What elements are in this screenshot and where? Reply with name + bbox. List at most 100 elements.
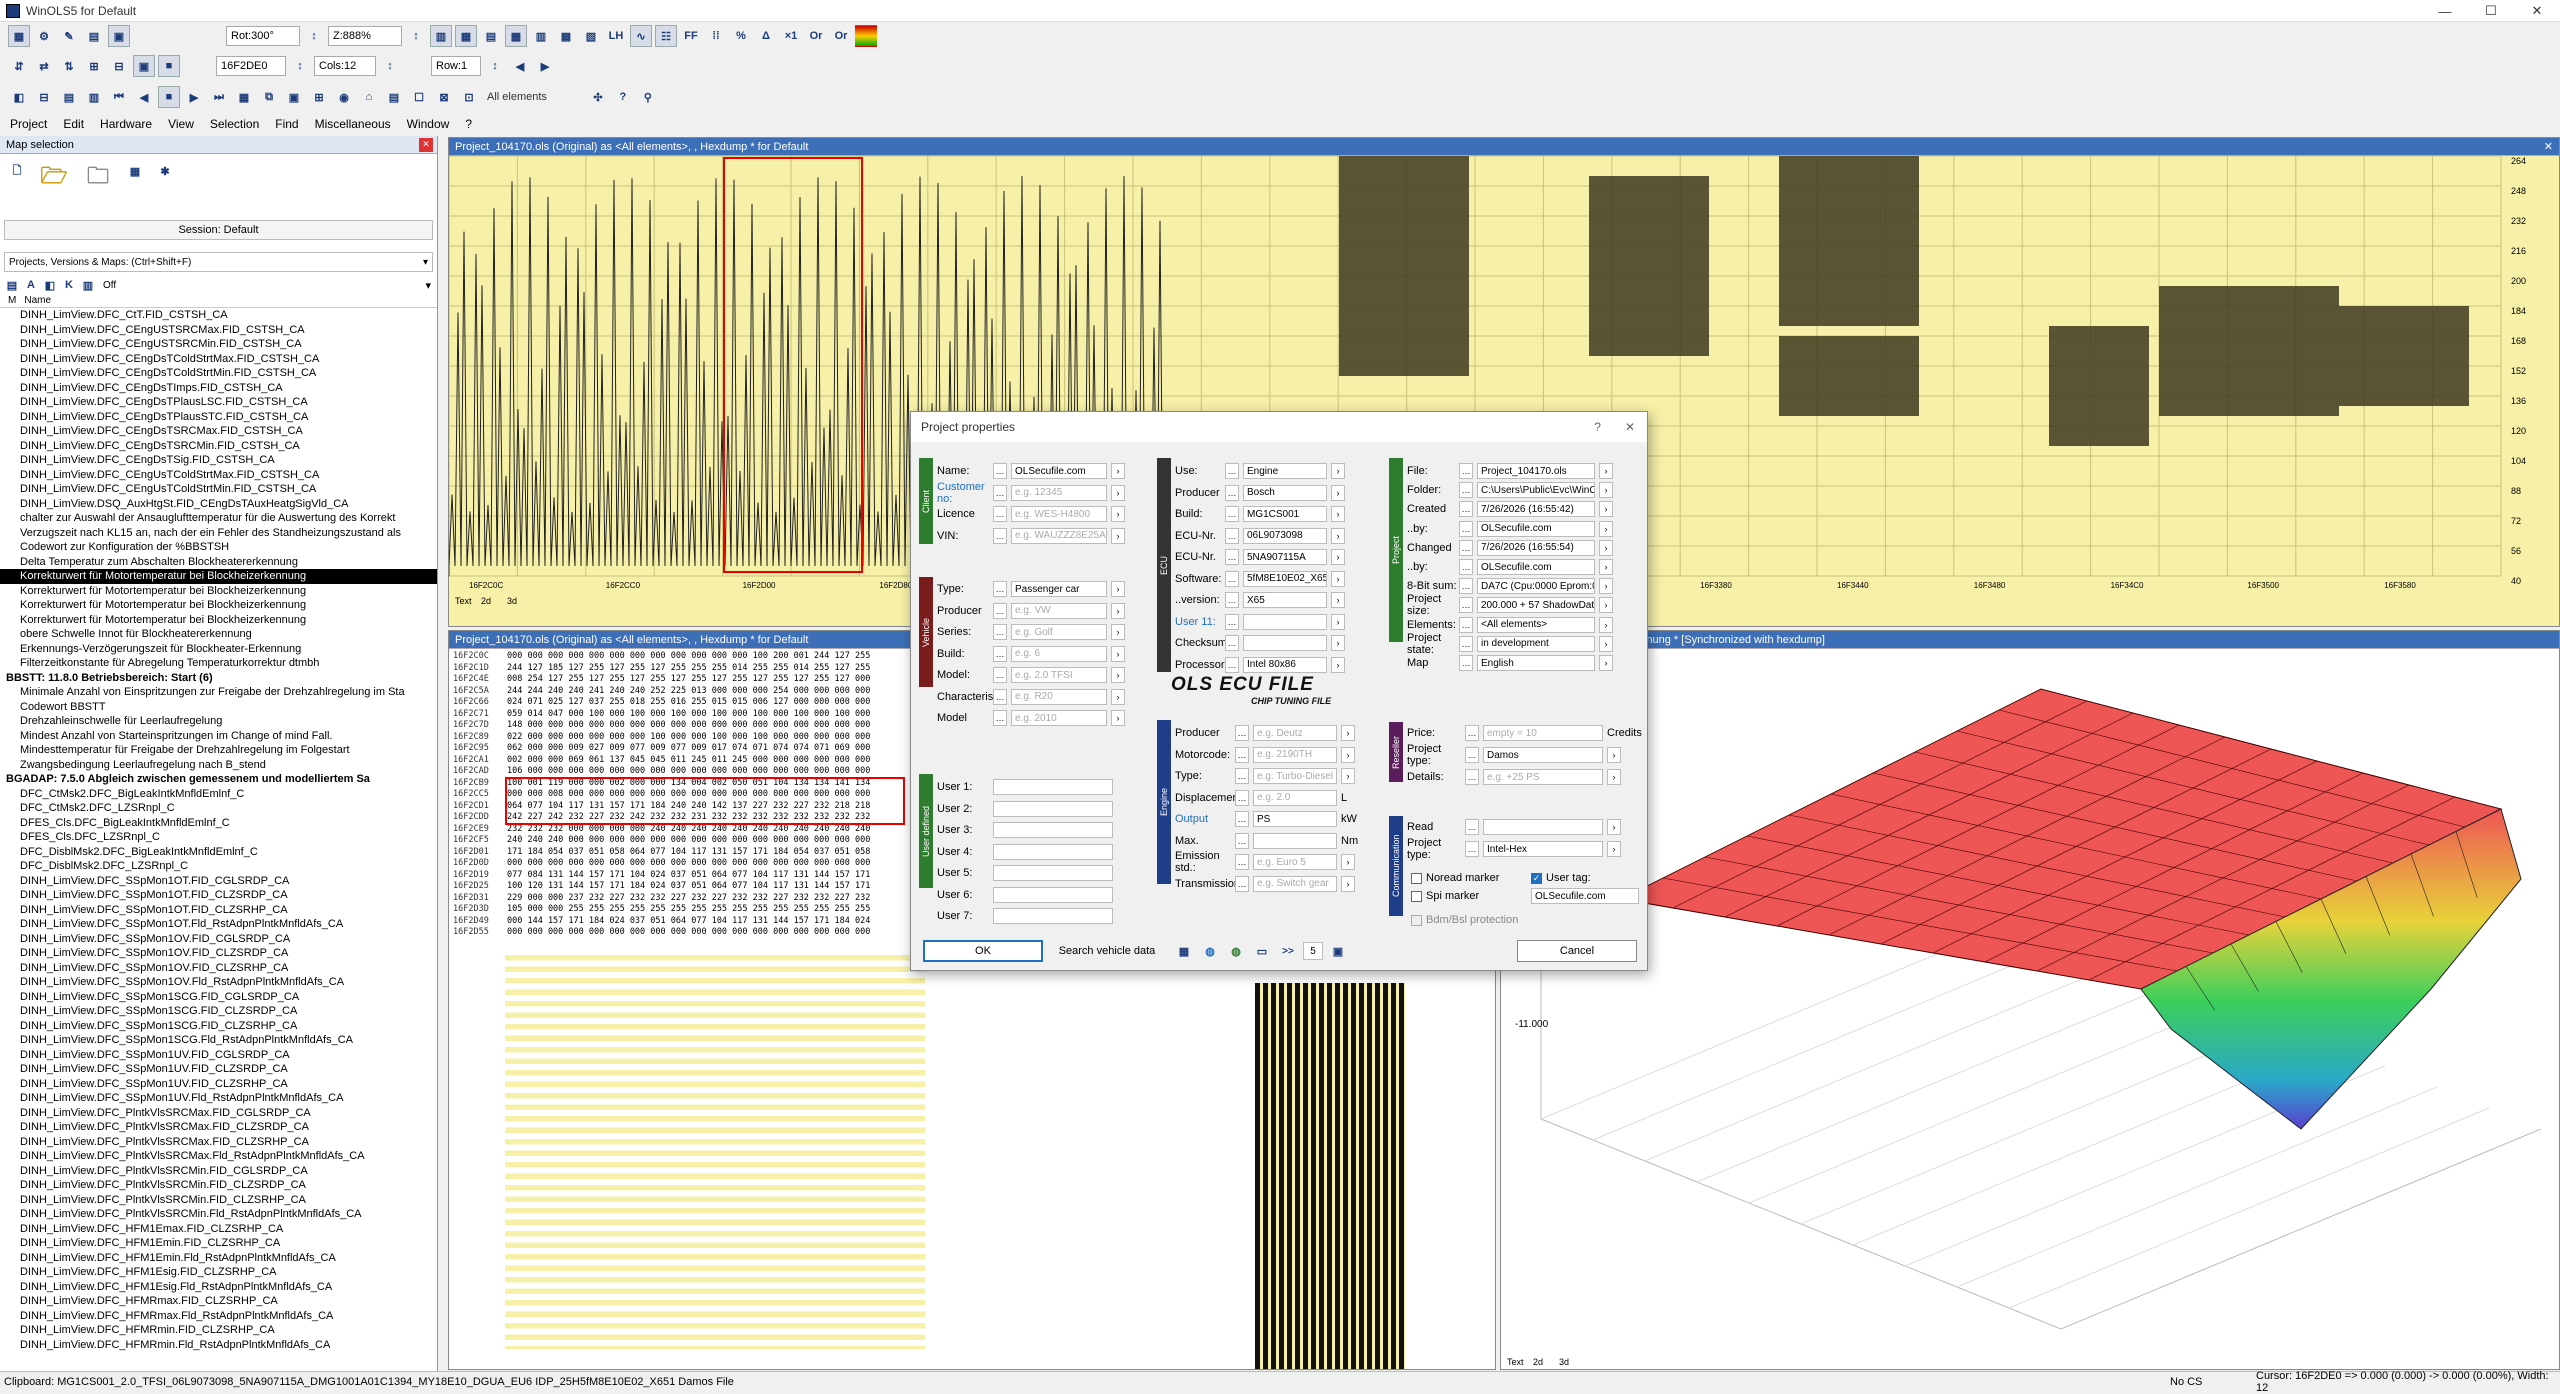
- vehicle-input[interactable]: e.g. Golf: [1011, 624, 1107, 640]
- chevron-right-icon[interactable]: ›: [1111, 581, 1125, 597]
- dots-button[interactable]: …: [993, 527, 1007, 544]
- vehicle-input[interactable]: e.g. VW: [1011, 602, 1107, 619]
- map-list-item[interactable]: Drehzahleinschwelle für Leerlaufregelung: [0, 714, 437, 729]
- tool-icon[interactable]: FF: [680, 25, 702, 47]
- vehicle-input[interactable]: e.g. R20: [1011, 688, 1107, 705]
- map-list-item[interactable]: DINH_LimView.DFC_HFMRmin.FID_CLZSRHP_CA: [0, 1323, 437, 1338]
- chevron-right-icon[interactable]: ›: [1599, 539, 1613, 556]
- map-list-item[interactable]: Zwangsbedingung Leerlaufregelung nach B_…: [0, 758, 437, 773]
- user-input[interactable]: [993, 886, 1113, 903]
- project-input[interactable]: 200.000 + 57 ShadowData (1: [1477, 597, 1595, 614]
- engine-input[interactable]: e.g. 2190TH: [1253, 746, 1337, 763]
- tool-icon[interactable]: ▦: [124, 160, 146, 182]
- last-icon[interactable]: ⏭: [208, 86, 230, 108]
- percent-icon[interactable]: %: [730, 25, 752, 47]
- chevron-right-icon[interactable]: ›: [1599, 559, 1613, 575]
- dots-button[interactable]: …: [1459, 559, 1473, 575]
- orig-icon[interactable]: Or: [805, 25, 827, 47]
- tool-icon[interactable]: ▤: [383, 86, 405, 108]
- chevron-right-icon[interactable]: ›: [1341, 854, 1355, 870]
- chevron-right-icon[interactable]: ›: [1331, 656, 1345, 673]
- dots-button[interactable]: …: [1459, 616, 1473, 633]
- map-list-item[interactable]: DFC_CtMsk2.DFC_BigLeakIntkMnfldEmlnf_C: [0, 787, 437, 802]
- dots-button[interactable]: …: [993, 624, 1007, 640]
- comm-input[interactable]: Intel-Hex: [1483, 841, 1603, 857]
- dots-button[interactable]: …: [1235, 811, 1249, 827]
- tool-icon[interactable]: ✱: [154, 160, 176, 182]
- chevron-right-icon[interactable]: ›: [1111, 688, 1125, 705]
- map-list-item[interactable]: DINH_LimView.DFC_PlntkVlsSRCMax.FID_CLZS…: [0, 1135, 437, 1150]
- user-input[interactable]: [993, 800, 1113, 817]
- hexdump-row[interactable]: 16F2C71 059 014 047 000 100 000 100 000 1…: [453, 708, 871, 721]
- globe-icon[interactable]: ◍: [1199, 940, 1221, 962]
- engine-input[interactable]: e.g. Euro 5: [1253, 854, 1337, 870]
- tool-icon[interactable]: ⚲: [637, 86, 659, 108]
- map-list-item[interactable]: DINH_LimView.DFC_HFM1Emin.FID_CLZSRHP_CA: [0, 1236, 437, 1251]
- projects-filter[interactable]: Projects, Versions & Maps: (Ctrl+Shift+F…: [4, 252, 433, 272]
- tool-icon[interactable]: ⇵: [8, 55, 30, 77]
- dots-button[interactable]: …: [1459, 597, 1473, 614]
- tool-icon[interactable]: ⊞: [83, 55, 105, 77]
- dots-button[interactable]: …: [1225, 527, 1239, 544]
- chevron-right-icon[interactable]: ›: [1599, 655, 1613, 671]
- map-list-item[interactable]: DINH_LimView.DFC_HFMRmin.Fld_RstAdpnPlnt…: [0, 1338, 437, 1353]
- zoom-field[interactable]: Z:888%: [328, 26, 402, 46]
- user-input[interactable]: [993, 779, 1113, 795]
- dots-button[interactable]: …: [1225, 506, 1239, 522]
- ecu-input[interactable]: Engine: [1243, 463, 1327, 479]
- project-input[interactable]: <All elements>: [1477, 616, 1595, 633]
- map-list-item[interactable]: DINH_LimView.DFC_SSpMon1OT.Fld_RstAdpnPl…: [0, 917, 437, 932]
- hexdump-row[interactable]: 16F2C0C 000 000 000 000 000 000 000 000 0…: [453, 651, 871, 663]
- map-list-item[interactable]: DINH_LimView.DFC_SSpMon1OV.Fld_RstAdpnPl…: [0, 975, 437, 990]
- tool-icon[interactable]: ▤: [58, 86, 80, 108]
- search-vehicle-data-button[interactable]: Search vehicle data: [1051, 940, 1163, 962]
- database-icon[interactable]: ▦: [1173, 940, 1195, 962]
- chevron-right-icon[interactable]: ›: [1111, 602, 1125, 619]
- hexdump-row[interactable]: 16F2C7D 148 000 000 000 000 000 000 000 0…: [453, 720, 871, 732]
- ecu-input[interactable]: MG1CS001: [1243, 506, 1327, 522]
- filter-icon[interactable]: ▤: [4, 277, 20, 293]
- help-icon[interactable]: ?: [612, 86, 634, 108]
- user-input[interactable]: [993, 822, 1113, 838]
- cancel-button[interactable]: Cancel: [1517, 940, 1637, 962]
- globe2-icon[interactable]: ◍: [1225, 940, 1247, 962]
- reseller-input[interactable]: e.g. +25 PS: [1483, 769, 1603, 785]
- dots-button[interactable]: …: [1235, 768, 1249, 784]
- dots-button[interactable]: …: [1225, 549, 1239, 565]
- grid-icon[interactable]: ▤: [480, 25, 502, 47]
- folder-icon[interactable]: 🗀: [80, 160, 116, 196]
- map-list-item[interactable]: DINH_LimView.DFC_HFM1Esig.Fld_RstAdpnPln…: [0, 1280, 437, 1295]
- map-list-item[interactable]: DINH_LimView.DFC_SSpMon1UV.FID_CLZSRDP_C…: [0, 1062, 437, 1077]
- lohi-icon[interactable]: LH: [605, 25, 627, 47]
- menu-window[interactable]: Window: [407, 117, 450, 131]
- menu-find[interactable]: Find: [275, 117, 298, 131]
- tool-icon[interactable]: ☷: [655, 25, 677, 47]
- dots-button[interactable]: …: [1459, 463, 1473, 479]
- dots-button[interactable]: …: [1459, 501, 1473, 518]
- dots-button[interactable]: …: [993, 484, 1007, 501]
- view-3d-icon[interactable]: ▦: [455, 25, 477, 47]
- dots-button[interactable]: …: [1235, 725, 1249, 741]
- map-list-item[interactable]: DINH_LimView.DFC_SSpMon1SCG.FID_CLZSRHP_…: [0, 1019, 437, 1034]
- map-list-item[interactable]: DINH_LimView.DFC_HFMRmax.Fld_RstAdpnPlnt…: [0, 1309, 437, 1324]
- counter-field[interactable]: 5: [1303, 942, 1323, 960]
- dots-button[interactable]: …: [1465, 841, 1479, 857]
- hexdump-row[interactable]: 16F2D55 000 000 000 000 000 000 000 000 0…: [453, 927, 871, 939]
- map-list-item[interactable]: BBSTT: 11.8.0 Betriebsbereich: Start (6): [0, 671, 437, 686]
- dots-button[interactable]: …: [1465, 725, 1479, 741]
- tool-icon[interactable]: ▥: [83, 86, 105, 108]
- vehicle-input[interactable]: e.g. 6: [1011, 645, 1107, 662]
- chevron-right-icon[interactable]: ›: [1331, 570, 1345, 587]
- row-field[interactable]: Row:1: [431, 56, 481, 76]
- engine-input[interactable]: e.g. Deutz: [1253, 725, 1337, 741]
- hexdump-row[interactable]: 16F2C4E 008 254 127 255 127 255 127 255 1…: [453, 674, 871, 686]
- hexdump-row[interactable]: 16F2CF5 240 240 240 000 000 000 000 000 0…: [453, 835, 871, 847]
- dots-button[interactable]: …: [993, 645, 1007, 662]
- tool-icon[interactable]: ▦: [233, 86, 255, 108]
- hexdump-row[interactable]: 16F2D01 171 184 054 037 051 058 064 077 1…: [453, 846, 871, 859]
- chevron-right-icon[interactable]: ›: [1341, 768, 1355, 784]
- map-list-item[interactable]: DINH_LimView.DFC_SSpMon1UV.FID_CGLSRDP_C…: [0, 1048, 437, 1063]
- hexdump-row[interactable]: 16F2C1D 244 127 185 127 255 127 255 127 2…: [453, 662, 871, 675]
- ecu-input[interactable]: 06L9073098: [1243, 527, 1327, 544]
- hexdump-row[interactable]: 16F2CA1 002 000 000 069 061 137 045 045 0…: [453, 754, 871, 767]
